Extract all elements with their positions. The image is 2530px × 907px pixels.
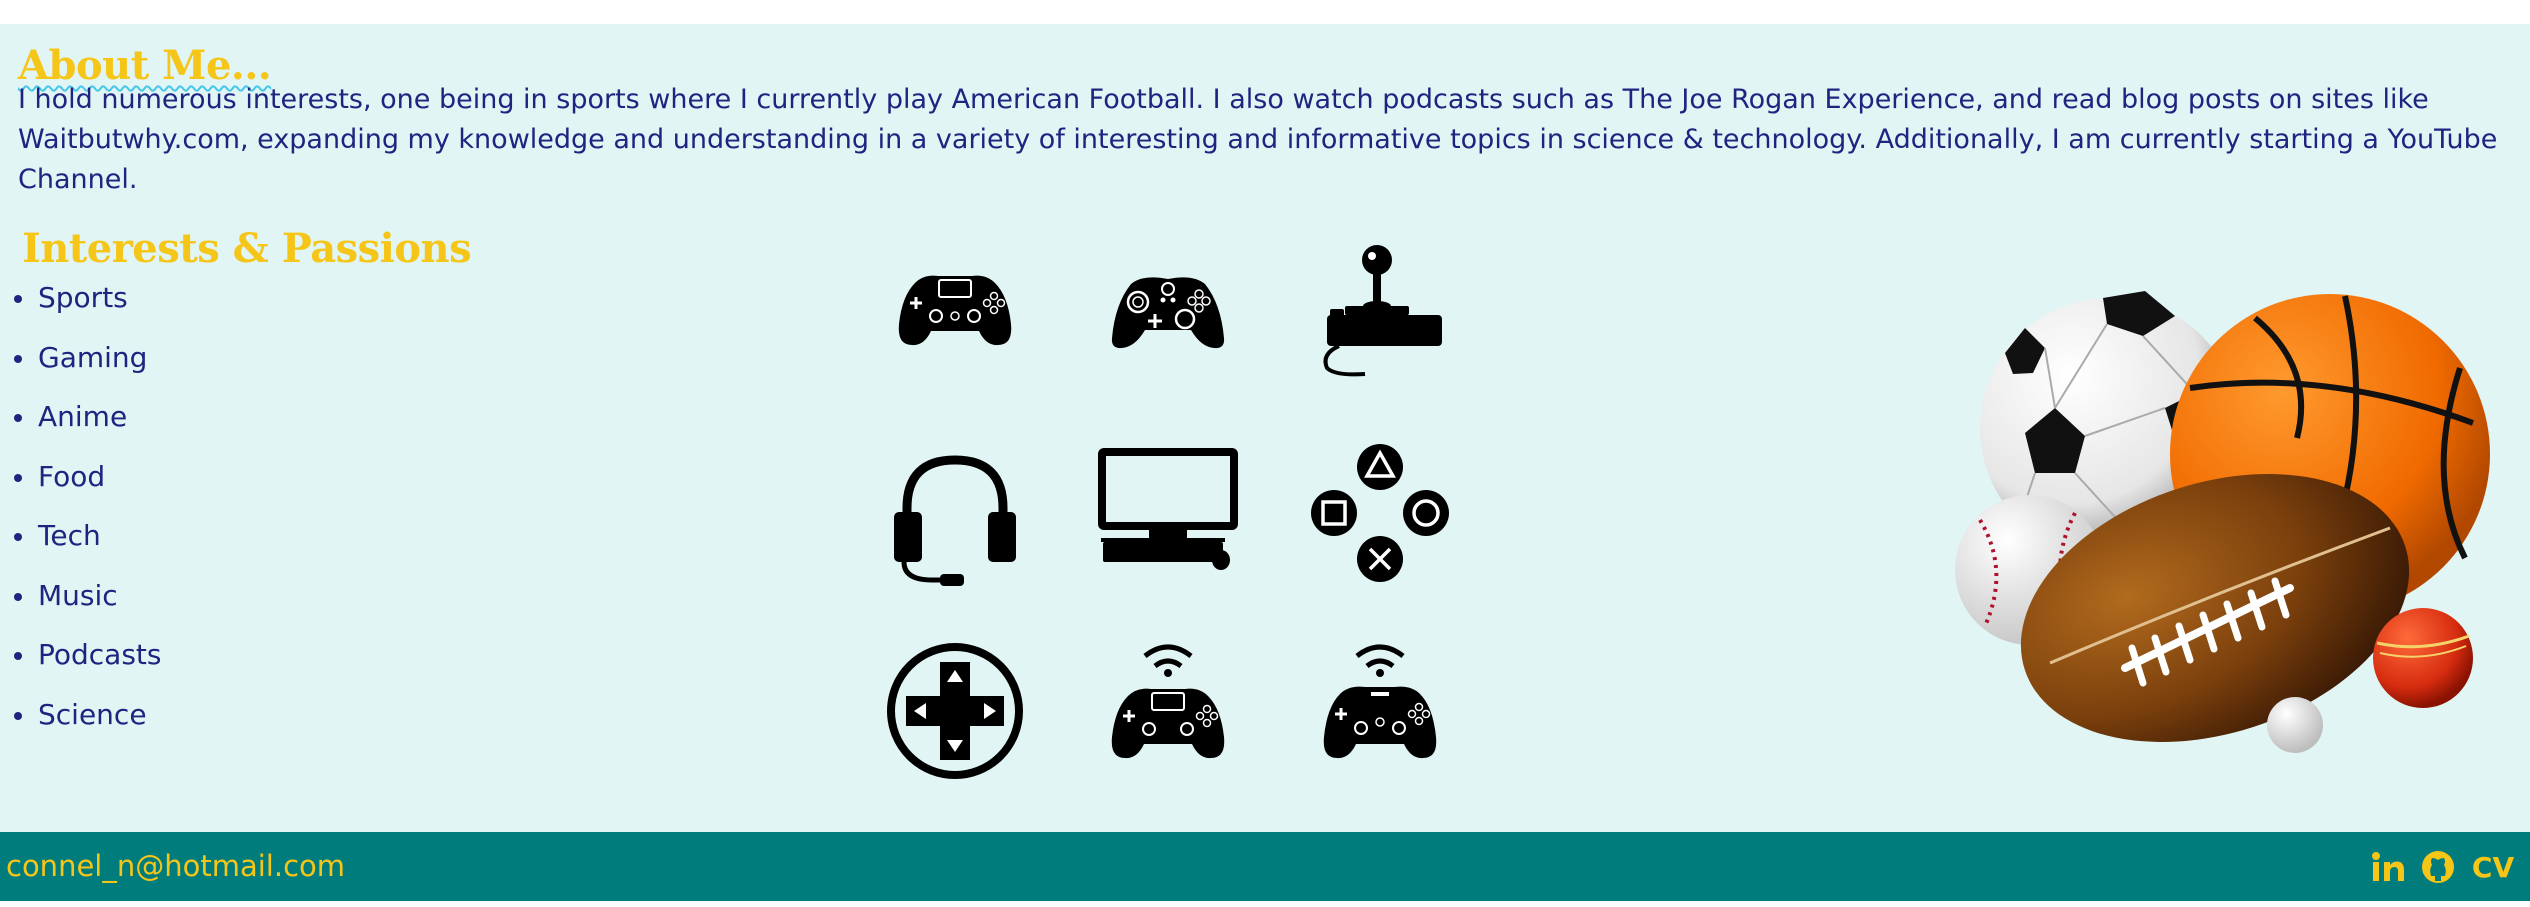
interest-item-podcasts: Podcasts [12, 635, 162, 695]
email-link[interactable]: connel_n@hotmail.com [6, 847, 345, 885]
joystick-icon [1323, 245, 1442, 377]
about-text: I hold numerous interests, one being in … [18, 84, 2498, 195]
cv-link[interactable]: CV [2468, 844, 2518, 890]
wireless-controller-icon [1111, 644, 1225, 759]
playstation-controller-icon [898, 275, 1012, 346]
wireless-sony-controller-icon [1323, 644, 1437, 759]
computer-icon [1098, 448, 1238, 570]
xbox-controller-icon [1111, 277, 1225, 349]
interests-section: Interests & Passions Sports Gaming Anime… [0, 200, 2530, 832]
footer: connel_n@hotmail.com CV [0, 832, 2530, 901]
sports-balls-image [1955, 291, 2490, 753]
interest-list: Sports Gaming Anime Food Tech Music Podc… [12, 278, 162, 754]
interests-title: Interests & Passions [22, 225, 472, 272]
dpad-icon [887, 643, 1023, 779]
interest-item-food: Food [12, 457, 162, 517]
linkedin-icon[interactable] [2368, 844, 2408, 890]
github-icon[interactable] [2418, 844, 2458, 890]
interest-item-science: Science [12, 695, 162, 755]
interest-item-anime: Anime [12, 397, 162, 457]
interest-item-tech: Tech [12, 516, 162, 576]
interest-item-gaming: Gaming [12, 338, 162, 398]
about-section: About Me... I hold numerous interests, o… [0, 24, 2530, 200]
playstation-buttons-icon [1311, 444, 1449, 582]
interest-item-music: Music [12, 576, 162, 636]
interest-item-sports: Sports [12, 278, 162, 338]
headset-icon [894, 455, 1016, 586]
